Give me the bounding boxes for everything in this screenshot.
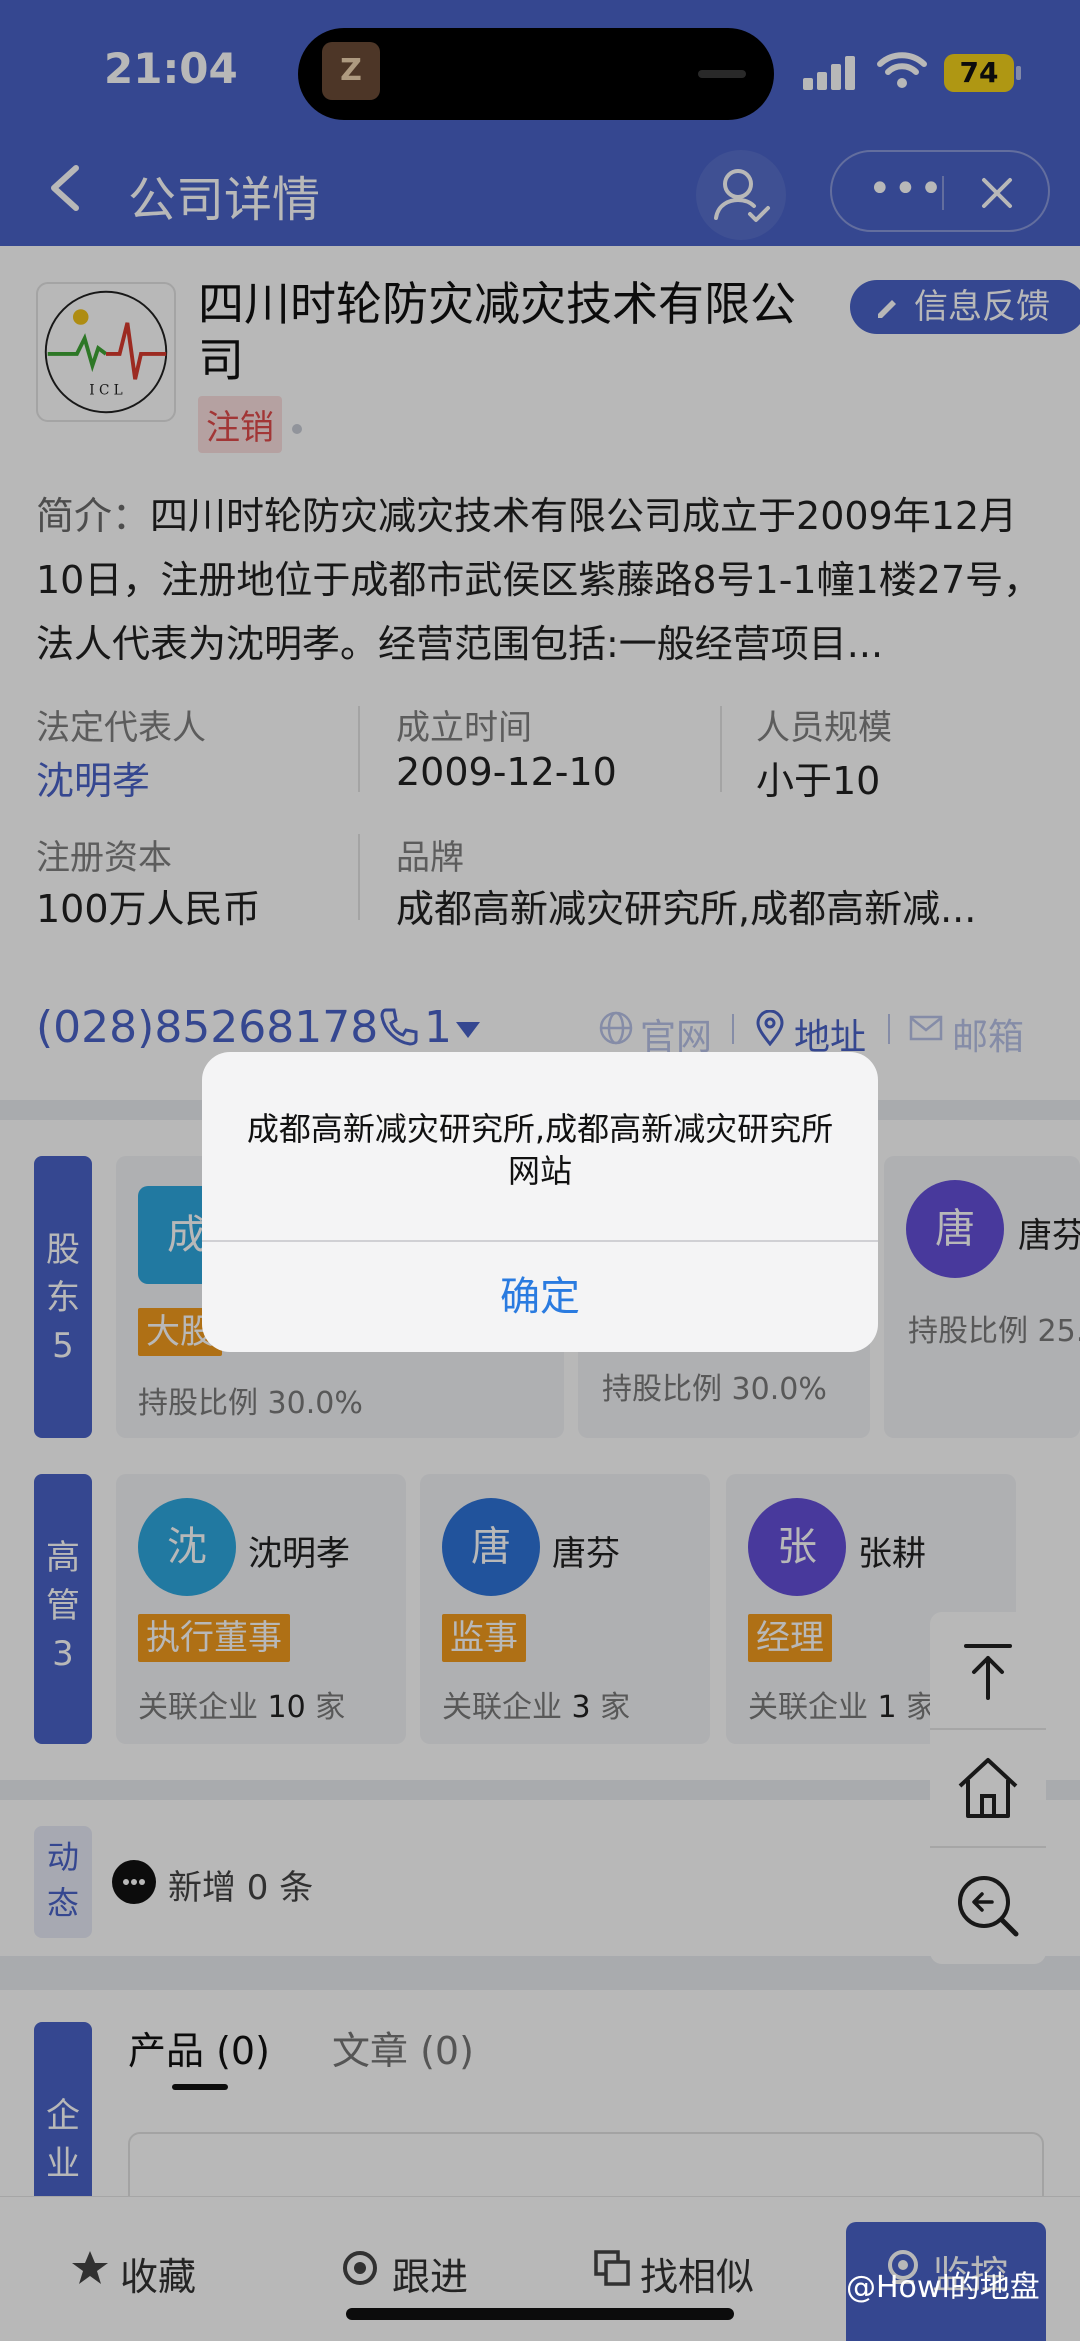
watermark: @Howl的地盘: [846, 2270, 1040, 2305]
confirm-button[interactable]: 确定: [202, 1242, 878, 1352]
dialog-message: 成都高新减灾研究所,成都高新减灾研究所网站: [246, 1110, 834, 1190]
alert-dialog: 成都高新减灾研究所,成都高新减灾研究所网站 确定: [202, 1052, 878, 1352]
